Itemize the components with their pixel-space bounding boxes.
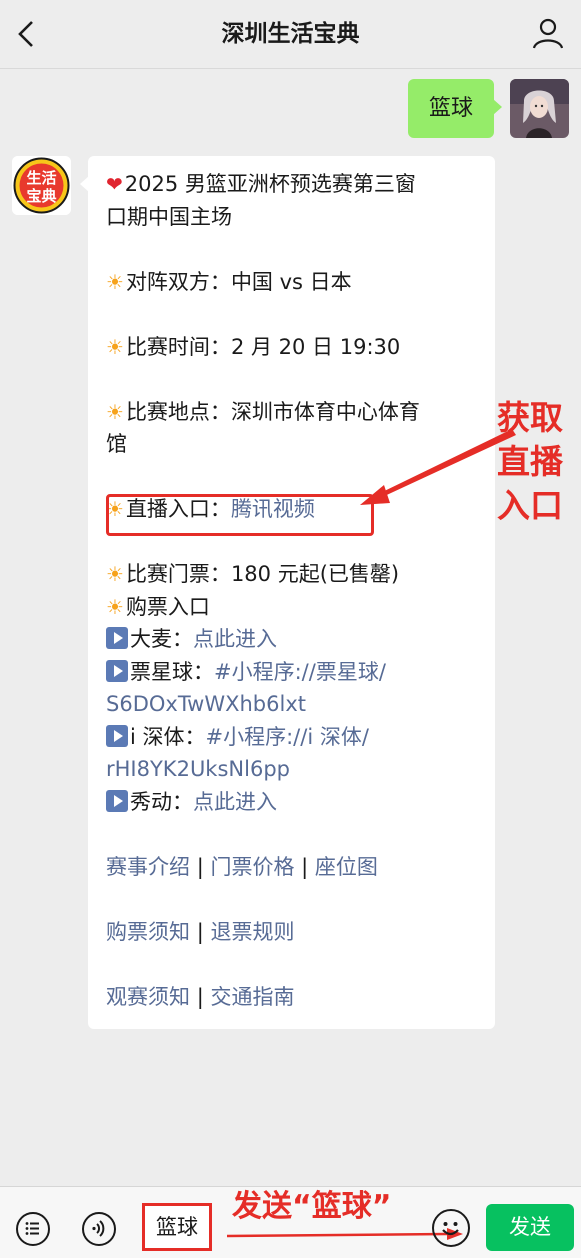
ticket-price-link[interactable]: 门票价格 [210, 855, 294, 879]
send-button[interactable]: 发送 [486, 1204, 574, 1251]
sun-icon: ☀ [106, 594, 124, 619]
event-heading: ❤2025 男篮亚洲杯预选赛第三窗 [106, 172, 416, 196]
voice-icon[interactable] [82, 1212, 116, 1246]
message-input[interactable]: 篮球 [142, 1203, 212, 1251]
event-heading-cont: 口期中国主场 [106, 204, 232, 229]
top-nav-bar: 深圳生活宝典 [0, 0, 581, 69]
user-message-bubble: 篮球 [408, 79, 502, 138]
ishenti-link[interactable]: #小程序://i 深体/ [206, 725, 369, 749]
viewing-notice-link[interactable]: 观赛须知 [106, 985, 190, 1009]
event-intro-link[interactable]: 赛事介绍 [106, 855, 190, 879]
play-icon [106, 724, 128, 747]
xiudong-link[interactable]: 点此进入 [193, 790, 277, 814]
live-entry-highlight [106, 494, 374, 536]
sun-icon: ☀ [106, 269, 124, 294]
svg-text:宝典: 宝典 [26, 187, 56, 205]
venue-row: ☀比赛地点：深圳市体育中心体育 [106, 399, 420, 424]
seat-map-link[interactable]: 座位图 [315, 855, 378, 879]
live-entry-annotation: 获取 直播 入口 [497, 398, 563, 525]
annotation-arrow [360, 429, 516, 505]
piaoxingqiu-link-cont[interactable]: S6DOxTwWXhb6lxt [106, 692, 306, 716]
svg-text:生活: 生活 [26, 169, 56, 187]
person-icon[interactable] [531, 16, 565, 50]
sun-icon: ☀ [106, 562, 124, 586]
sun-icon: ☀ [106, 334, 124, 359]
page-title: 深圳生活宝典 [221, 21, 360, 47]
play-icon [106, 789, 128, 812]
damai-link[interactable]: 点此进入 [193, 627, 277, 651]
bot-message-bubble: ❤2025 男篮亚洲杯预选赛第三窗 口期中国主场 ☀对阵双方：中国 vs 日本 … [80, 156, 495, 1029]
teams-row: ☀对阵双方：中国 vs 日本 [106, 269, 352, 294]
send-annotation-arrow [226, 1228, 463, 1240]
menu-list-icon[interactable] [16, 1212, 50, 1246]
piaoxingqiu-row-cont: S6DOxTwWXhb6lxt [106, 688, 481, 721]
play-icon [106, 659, 128, 682]
bot-avatar[interactable]: 生活 宝典 [12, 156, 71, 215]
piaoxingqiu-link[interactable]: #小程序://票星球/ [214, 660, 386, 684]
user-avatar-image [510, 79, 569, 138]
user-avatar[interactable] [510, 79, 569, 138]
ishenti-row-cont: rHI8YK2UksNl6pp [106, 753, 481, 786]
transport-guide-link[interactable]: 交通指南 [210, 985, 294, 1009]
refund-rules-link[interactable]: 退票规则 [210, 920, 294, 944]
ishenti-link-cont[interactable]: rHI8YK2UksNl6pp [106, 757, 290, 781]
bot-avatar-logo: 生活 宝典 [12, 156, 71, 215]
user-message-text: 篮球 [428, 96, 473, 121]
links-row-3: 观赛须知 | 交通指南 [106, 984, 295, 1009]
xiudong-row: 秀动：点此进入 [106, 786, 481, 819]
piaoxingqiu-row: 票星球：#小程序://票星球/ [106, 656, 481, 689]
heart-icon: ❤ [106, 172, 123, 196]
purchase-notice-link[interactable]: 购票须知 [106, 920, 190, 944]
play-icon [106, 627, 128, 649]
damai-row: 大麦：点此进入 [106, 623, 481, 656]
links-row-1: 赛事介绍 | 门票价格 | 座位图 [106, 854, 378, 879]
ishenti-row: i 深体：#小程序://i 深体/ [106, 721, 481, 754]
time-row: ☀比赛时间：2 月 20 日 19:30 [106, 334, 401, 359]
links-row-2: 购票须知 | 退票规则 [106, 919, 295, 944]
buy-row: ☀购票入口 [106, 594, 210, 619]
send-annotation: 发送“篮球” [232, 1189, 392, 1224]
emoji-icon[interactable] [432, 1209, 470, 1247]
ticket-row: ☀比赛门票：180 元起(已售罄) [106, 562, 400, 586]
sun-icon: ☀ [106, 399, 124, 424]
